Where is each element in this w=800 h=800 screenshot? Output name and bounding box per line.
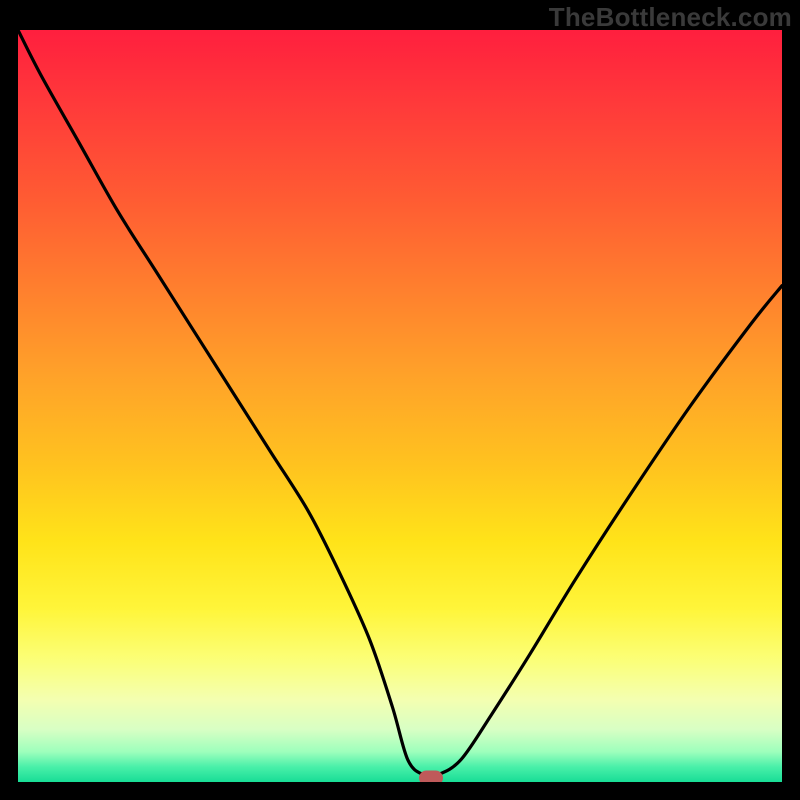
plot-area [18, 30, 782, 782]
chart-frame: TheBottleneck.com [0, 0, 800, 800]
optimal-marker [419, 771, 443, 782]
bottleneck-curve [18, 30, 782, 782]
attribution-label: TheBottleneck.com [549, 2, 792, 33]
